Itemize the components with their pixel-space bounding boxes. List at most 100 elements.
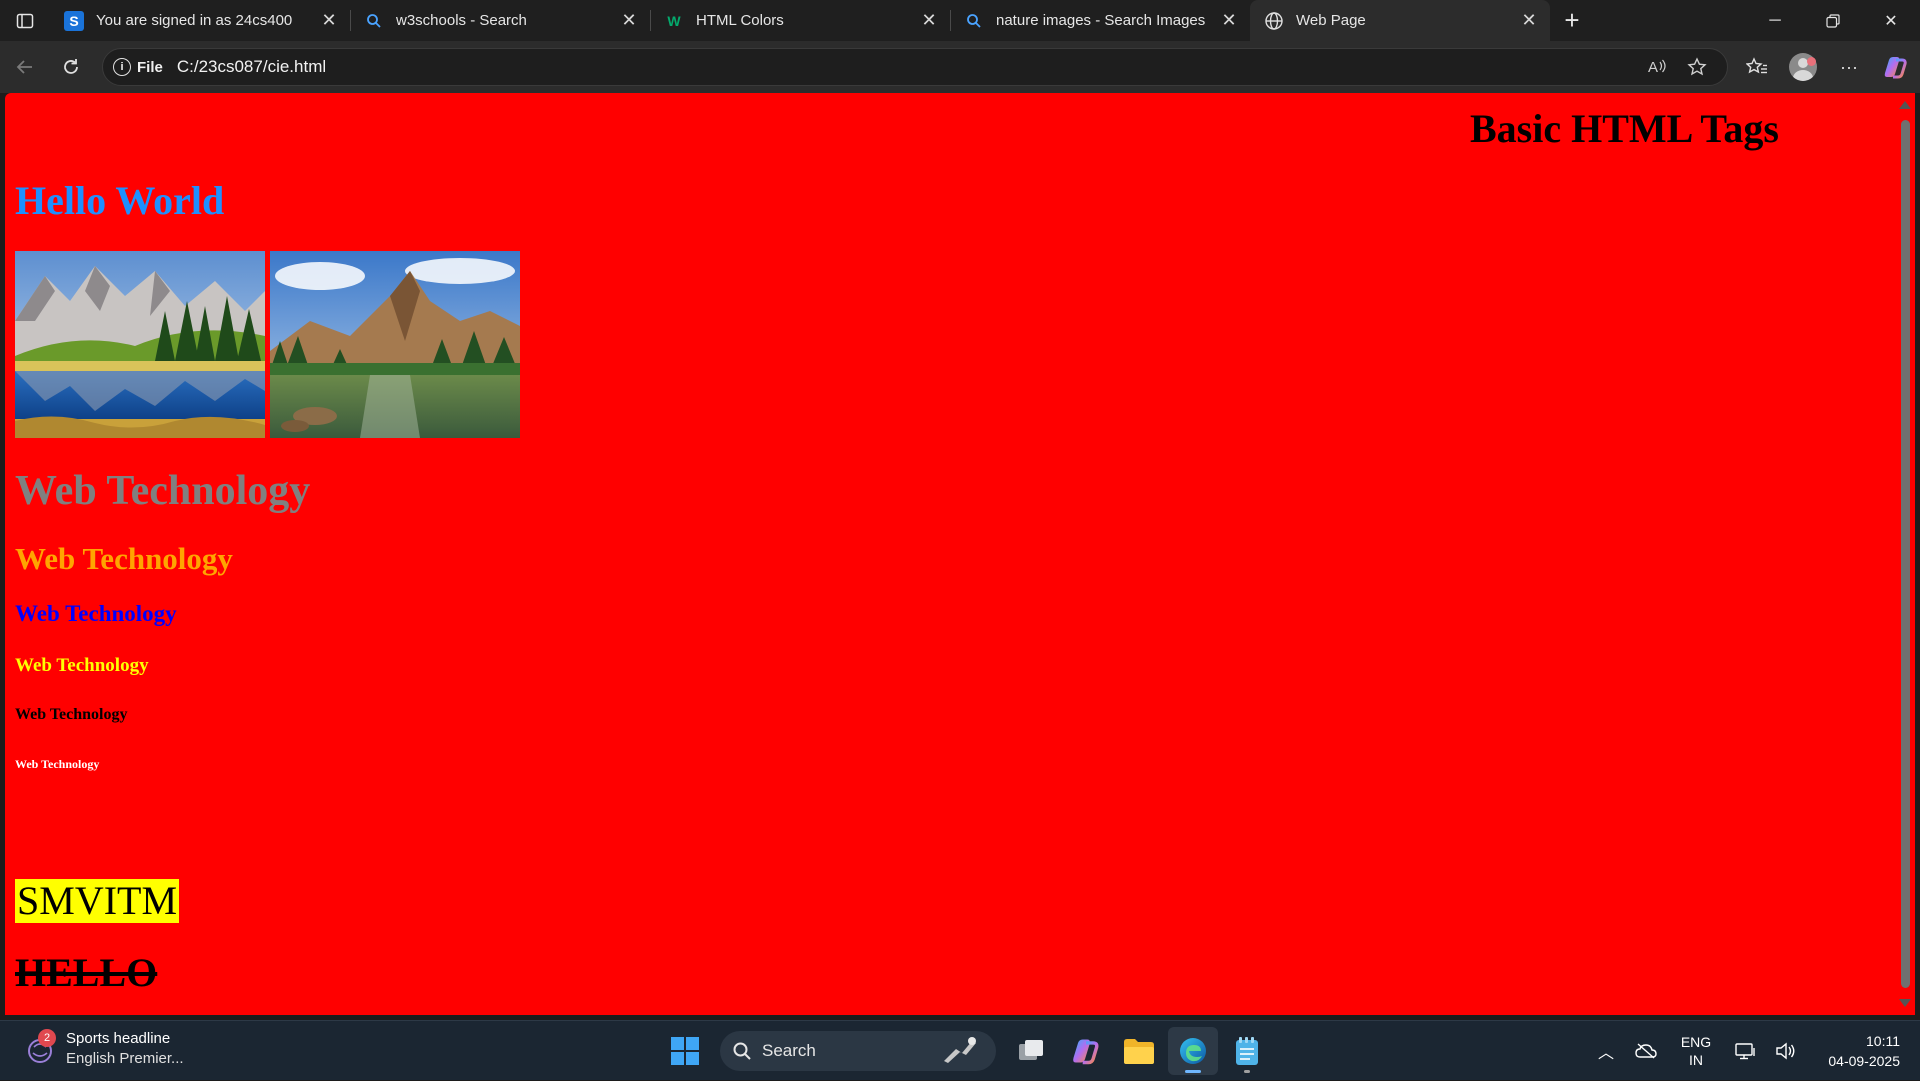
language-line2: IN xyxy=(1689,1052,1703,1068)
notification-badge: 2 xyxy=(38,1029,56,1047)
news-widget[interactable]: 2 Sports headline English Premier... xyxy=(24,1029,184,1069)
more-icon: ··· xyxy=(1840,56,1858,77)
edge-browser-button[interactable] xyxy=(1168,1027,1218,1075)
clock-date: 04-09-2025 xyxy=(1828,1053,1900,1069)
minimize-button[interactable]: ─ xyxy=(1746,0,1804,41)
search-icon xyxy=(964,11,984,31)
onedrive-button[interactable] xyxy=(1626,1043,1666,1059)
input-language-button[interactable]: ENG IN xyxy=(1672,1033,1720,1069)
browser-toolbar: ··· xyxy=(1734,47,1918,87)
svg-text:W: W xyxy=(667,13,681,29)
copilot-app-button[interactable] xyxy=(1060,1027,1110,1075)
tab-html-colors[interactable]: W HTML Colors ✕ xyxy=(650,0,950,41)
volume-button[interactable] xyxy=(1766,1042,1806,1060)
search-highlight-icon xyxy=(944,1037,976,1063)
close-tab-icon[interactable]: ✕ xyxy=(1218,10,1240,32)
info-icon: i xyxy=(113,58,131,76)
minimize-icon: ─ xyxy=(1769,11,1781,29)
web-page-viewport: Basic HTML Tags Hello World Web Technolo… xyxy=(5,93,1895,1015)
plus-icon: + xyxy=(1564,5,1580,35)
widget-title: Sports headline xyxy=(66,1030,171,1047)
tab-w3schools-search[interactable]: w3schools - Search ✕ xyxy=(350,0,650,41)
clock-time: 10:11 xyxy=(1866,1033,1900,1049)
svg-text:A: A xyxy=(1648,59,1658,76)
profile-button[interactable] xyxy=(1780,47,1826,87)
copilot-button[interactable] xyxy=(1872,47,1918,87)
widget-text: Sports headline English Premier... xyxy=(66,1029,184,1069)
windows-icon xyxy=(671,1037,699,1065)
tab-title: nature images - Search Images xyxy=(996,12,1206,29)
heading-h5: Web Technology xyxy=(15,706,128,723)
globe-icon xyxy=(1264,11,1284,31)
widget-subtitle: English Premier... xyxy=(66,1050,184,1067)
svg-text:S: S xyxy=(69,13,78,29)
tab-title: You are signed in as 24cs400 xyxy=(96,12,293,29)
window-controls: ─ ✕ xyxy=(1746,0,1920,41)
edge-icon xyxy=(1180,1038,1206,1064)
scroll-down-icon[interactable] xyxy=(1899,999,1911,1007)
back-button[interactable] xyxy=(2,47,48,87)
close-window-button[interactable]: ✕ xyxy=(1862,0,1920,41)
cloud-offline-icon xyxy=(1635,1043,1657,1059)
address-bar[interactable]: i File C:/23cs087/cie.html A xyxy=(102,48,1728,86)
mountain-lake-image xyxy=(15,251,265,438)
network-button[interactable] xyxy=(1726,1042,1766,1060)
favorites-button[interactable] xyxy=(1734,47,1780,87)
system-tray: ︿ ENG IN 10:11 04-09-2025 xyxy=(1586,1021,1900,1081)
page-title: Basic HTML Tags xyxy=(1470,106,1779,151)
heading-h1: Web Technology xyxy=(15,468,311,514)
vertical-scrollbar[interactable] xyxy=(1895,93,1915,1015)
scroll-up-icon[interactable] xyxy=(1899,101,1911,109)
copilot-icon xyxy=(1073,1039,1099,1065)
tab-web-page[interactable]: Web Page ✕ xyxy=(1250,0,1550,41)
tab-signed-in[interactable]: S You are signed in as 24cs400 ✕ xyxy=(50,0,350,41)
start-button[interactable] xyxy=(660,1027,710,1075)
refresh-button[interactable] xyxy=(48,47,94,87)
windows-taskbar: 2 Sports headline English Premier... Sea… xyxy=(0,1020,1920,1080)
notepad-icon xyxy=(1236,1037,1258,1065)
heading-h6: Web Technology xyxy=(15,757,100,771)
close-tab-icon[interactable]: ✕ xyxy=(1518,10,1540,32)
sports-icon: 2 xyxy=(24,1029,56,1065)
read-aloud-button[interactable]: A xyxy=(1637,58,1677,76)
file-explorer-button[interactable] xyxy=(1114,1027,1164,1075)
taskbar-apps: Search xyxy=(658,1027,1274,1075)
clock-button[interactable]: 10:11 04-09-2025 xyxy=(1820,1031,1900,1071)
restore-icon xyxy=(1826,13,1840,28)
strikethrough-text: HELLO xyxy=(15,950,158,995)
heading-h3: Web Technology xyxy=(15,601,177,626)
show-hidden-icons-button[interactable]: ︿ xyxy=(1586,1039,1626,1063)
url-text[interactable]: C:/23cs087/cie.html xyxy=(177,57,1637,77)
task-view-icon xyxy=(1019,1040,1043,1060)
tab-actions-button[interactable] xyxy=(0,0,50,41)
close-tab-icon[interactable]: ✕ xyxy=(318,10,340,32)
tab-strip: S You are signed in as 24cs400 ✕ w3schoo… xyxy=(50,0,1550,41)
restore-button[interactable] xyxy=(1804,0,1862,41)
back-arrow-icon xyxy=(16,60,32,74)
favorites-icon xyxy=(1746,57,1767,74)
mountain-river-image xyxy=(270,251,520,438)
w3schools-icon: W xyxy=(664,11,684,31)
favorite-button[interactable] xyxy=(1677,57,1717,77)
scrollbar-thumb[interactable] xyxy=(1901,120,1910,988)
site-info-button[interactable]: i File xyxy=(113,58,163,76)
read-aloud-icon: A xyxy=(1648,59,1666,76)
tab-actions-icon xyxy=(16,13,34,28)
highlighted-text: SMVITM xyxy=(15,878,180,923)
s-app-icon: S xyxy=(64,10,84,31)
close-tab-icon[interactable]: ✕ xyxy=(918,10,940,32)
address-toolbar: i File C:/23cs087/cie.html A ··· xyxy=(0,41,1920,93)
language-line1: ENG xyxy=(1680,1034,1712,1050)
tab-nature-images[interactable]: nature images - Search Images ✕ xyxy=(950,0,1250,41)
notification-dot-icon xyxy=(1807,57,1816,66)
close-tab-icon[interactable]: ✕ xyxy=(618,10,640,32)
close-icon: ✕ xyxy=(1884,12,1898,30)
new-tab-button[interactable]: + xyxy=(1550,0,1594,41)
taskbar-search[interactable]: Search xyxy=(720,1031,996,1071)
task-view-button[interactable] xyxy=(1006,1027,1056,1075)
settings-more-button[interactable]: ··· xyxy=(1826,47,1872,87)
browser-tab-bar: S You are signed in as 24cs400 ✕ w3schoo… xyxy=(0,0,1920,41)
notepad-button[interactable] xyxy=(1222,1027,1272,1075)
refresh-icon xyxy=(64,59,78,74)
search-label: Search xyxy=(762,1041,816,1060)
